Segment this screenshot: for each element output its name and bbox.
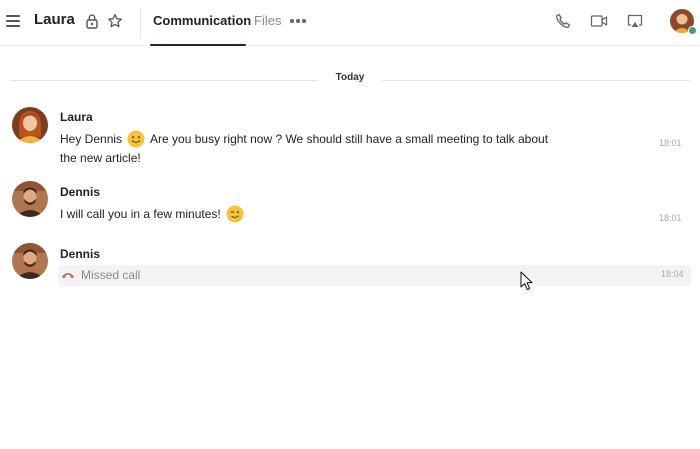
hamburger-icon[interactable] xyxy=(6,14,21,28)
missed-call-notice: Missed call 18:04 xyxy=(58,265,691,286)
video-camera-icon[interactable] xyxy=(590,12,608,30)
phone-hangup-icon xyxy=(62,273,74,279)
user-avatar[interactable] xyxy=(670,9,697,35)
date-separator: Today xyxy=(10,72,690,88)
message-timestamp: 18:01 xyxy=(659,138,682,148)
tab-files[interactable]: Files xyxy=(254,13,281,28)
message-text: Hey Dennis Are you busy right now ? We s… xyxy=(60,130,549,165)
message-author: Dennis xyxy=(60,185,101,199)
avatar[interactable] xyxy=(12,107,48,143)
mouse-cursor-icon xyxy=(520,271,533,291)
lock-icon xyxy=(86,14,98,29)
message-author: Dennis xyxy=(60,247,101,261)
winking-face-emoji xyxy=(226,205,244,223)
conversation-title: Laura xyxy=(34,11,75,28)
online-status-dot xyxy=(688,26,697,35)
active-tab-indicator xyxy=(150,44,246,46)
message-timestamp: 18:01 xyxy=(659,213,682,223)
avatar[interactable] xyxy=(12,243,48,279)
message-text: I will call you in a few minutes! xyxy=(60,205,560,224)
ellipsis-icon[interactable] xyxy=(290,19,306,23)
missed-call-label: Missed call xyxy=(81,268,141,282)
avatar[interactable] xyxy=(12,181,48,217)
slightly-smiling-face-emoji xyxy=(127,130,145,148)
conversation-header: Laura Communication Files xyxy=(0,0,700,46)
date-label: Today xyxy=(335,72,365,83)
screen-share-icon[interactable] xyxy=(626,12,644,30)
star-icon[interactable] xyxy=(107,13,123,29)
tab-communication[interactable]: Communication xyxy=(153,13,251,28)
message-author: Laura xyxy=(60,110,93,124)
header-divider xyxy=(140,8,141,38)
message-timestamp: 18:04 xyxy=(661,269,684,279)
phone-icon[interactable] xyxy=(554,12,572,30)
